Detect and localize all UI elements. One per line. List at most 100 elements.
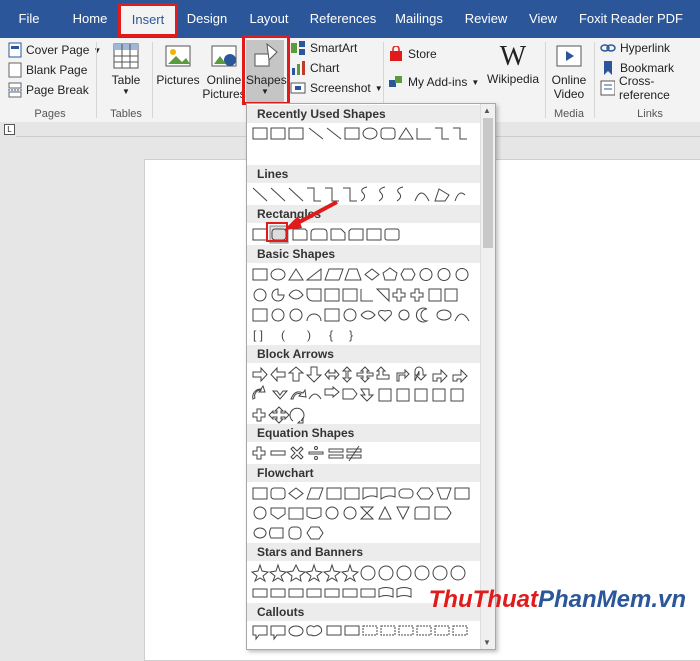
smartart-label: SmartArt	[310, 41, 358, 55]
cover-page-label: Cover Page	[26, 43, 90, 57]
chart-button[interactable]: Chart	[290, 58, 339, 78]
gallery-scrollbar[interactable]: ▲ ▼	[480, 104, 495, 649]
tab-file[interactable]: File	[8, 0, 50, 38]
pictures-label: Pictures	[156, 73, 200, 87]
ribbon-tab-bar: File Home Insert Design Layout Reference…	[0, 0, 700, 38]
screenshot-button[interactable]: Screenshot ▼	[290, 78, 383, 98]
section-recently-used: Recently Used Shapes	[247, 105, 489, 123]
group-separator	[96, 42, 97, 118]
cross-reference-button[interactable]: Cross-reference	[600, 74, 700, 102]
callouts-row[interactable]	[249, 623, 479, 643]
table-button[interactable]: Table ▼	[106, 42, 146, 96]
section-stars-and-banners: Stars and Banners	[247, 543, 489, 561]
chevron-down-icon: ▼	[374, 83, 383, 93]
watermark-text-3: .vn	[651, 586, 686, 613]
section-equation-shapes: Equation Shapes	[247, 424, 489, 442]
shapes-highlight-box	[242, 35, 290, 105]
link-icon	[600, 44, 616, 52]
svg-text:(: (	[281, 328, 285, 342]
shapes-gallery: Recently Used Shapes { Lines Rectangles …	[246, 103, 496, 650]
pages-group-label: Pages	[34, 108, 66, 120]
smartart-button[interactable]: SmartArt	[290, 38, 357, 58]
chevron-down-icon: ▼	[122, 87, 130, 96]
tab-foxit-reader-pdf[interactable]: Foxit Reader PDF	[576, 0, 686, 38]
tab-selector-icon[interactable]: L	[4, 124, 15, 135]
chart-label: Chart	[310, 61, 340, 75]
screenshot-label: Screenshot	[310, 81, 371, 95]
scroll-up-icon[interactable]: ▲	[483, 106, 491, 115]
tab-references[interactable]: References	[308, 0, 378, 38]
online-picture-icon	[211, 45, 237, 67]
video-icon	[556, 45, 582, 67]
hyperlink-label: Hyperlink	[620, 41, 671, 55]
cover-page-button[interactable]: Cover Page ▼	[8, 40, 101, 60]
my-addins-label: My Add-ins	[408, 75, 468, 89]
cross-reference-label: Cross-reference	[619, 74, 670, 102]
block-arrows-grid[interactable]	[249, 365, 479, 425]
store-icon	[390, 46, 402, 61]
group-separator	[545, 42, 546, 118]
page-break-icon	[8, 82, 22, 98]
table-label: Table	[111, 73, 141, 87]
section-flowchart: Flowchart	[247, 464, 489, 482]
cover-page-icon	[8, 42, 22, 58]
blank-page-icon	[8, 62, 22, 78]
vertical-ruler[interactable]	[0, 136, 17, 650]
wikipedia-icon: W	[499, 41, 527, 72]
svg-text:[ ]: [ ]	[253, 328, 263, 342]
chevron-down-icon: ▼	[93, 45, 102, 55]
chevron-down-icon: ▼	[471, 77, 480, 87]
chart-icon	[292, 61, 305, 75]
online-pictures-label: Online Pictures	[202, 73, 246, 101]
tab-design[interactable]: Design	[183, 0, 231, 38]
tables-group-label: Tables	[110, 108, 142, 120]
picture-icon	[165, 45, 191, 67]
scroll-thumb[interactable]	[483, 118, 493, 248]
online-pictures-button[interactable]: Online Pictures	[202, 42, 246, 101]
wikipedia-label: Wikipedia	[487, 72, 540, 86]
svg-text:}: }	[349, 328, 353, 342]
basic-shapes-grid[interactable]: [ ] ( ) { }	[249, 265, 479, 345]
red-arrow-icon	[284, 200, 338, 230]
addins-icon	[389, 76, 402, 87]
tab-insert[interactable]: Insert	[118, 3, 178, 37]
tab-home[interactable]: Home	[66, 0, 114, 38]
wikipedia-button[interactable]: W Wikipedia	[487, 41, 540, 87]
equation-shapes-row[interactable]	[249, 444, 479, 464]
section-block-arrows: Block Arrows	[247, 345, 489, 363]
online-video-label: Online Video	[551, 73, 587, 101]
my-addins-button[interactable]: My Add-ins ▼	[388, 72, 479, 92]
page-break-button[interactable]: Page Break	[8, 80, 89, 100]
bookmark-icon	[604, 61, 612, 75]
store-button[interactable]: Store	[388, 44, 437, 64]
bookmark-label: Bookmark	[620, 61, 675, 75]
hyperlink-button[interactable]: Hyperlink	[600, 38, 670, 58]
blank-page-label: Blank Page	[26, 63, 88, 77]
flowchart-grid[interactable]	[249, 484, 479, 544]
tab-review[interactable]: Review	[462, 0, 510, 38]
smartart-icon	[291, 41, 305, 55]
media-group-label: Media	[554, 108, 584, 120]
tab-layout[interactable]: Layout	[245, 0, 293, 38]
recent-shapes-row[interactable]: {	[249, 125, 479, 145]
blank-page-button[interactable]: Blank Page	[8, 60, 87, 80]
svg-text:{: {	[329, 328, 333, 342]
watermark-text-2: PhanMem	[537, 586, 652, 613]
watermark-logo: ThuThuatPhanMem.vn	[429, 586, 686, 614]
scroll-down-icon[interactable]: ▼	[483, 638, 491, 647]
screenshot-icon	[290, 82, 306, 94]
watermark-text-1: ThuThuat	[428, 586, 538, 613]
tab-view[interactable]: View	[525, 0, 561, 38]
page-break-label: Page Break	[26, 83, 89, 97]
group-separator	[594, 42, 595, 118]
online-video-button[interactable]: Online Video	[548, 42, 590, 101]
links-group-label: Links	[637, 108, 663, 120]
pictures-button[interactable]: Pictures	[156, 42, 200, 87]
group-separator	[152, 42, 153, 118]
cross-reference-icon	[600, 80, 616, 96]
table-icon	[113, 43, 139, 69]
section-lines: Lines	[247, 165, 489, 183]
tab-mailings[interactable]: Mailings	[390, 0, 448, 38]
svg-text:): )	[307, 328, 311, 342]
store-label: Store	[408, 47, 437, 61]
